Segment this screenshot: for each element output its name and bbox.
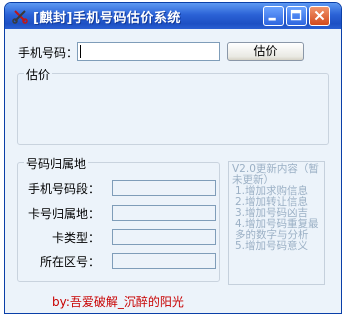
- card-location-field[interactable]: [112, 205, 216, 221]
- maximize-icon: [290, 9, 302, 21]
- text-caret: [80, 45, 81, 58]
- title-bar[interactable]: [麒封]手机号码估价系统: [5, 3, 341, 29]
- app-window: [麒封]手机号码估价系统 手机号码： 估价 估价 号码归属地 手机号码段： 卡号…: [4, 2, 342, 314]
- close-button[interactable]: [309, 6, 330, 26]
- card-type-label: 卡类型：: [52, 231, 101, 245]
- update-notes-title: V2.0更新内容（暂未更新）: [232, 163, 319, 186]
- estimate-group-legend: 估价: [24, 66, 53, 83]
- minimize-icon: [268, 17, 276, 21]
- card-type-field[interactable]: [112, 229, 216, 245]
- area-code-field[interactable]: [112, 253, 216, 269]
- update-note-item: 4.增加号码重复最多的数字与分析: [235, 218, 319, 241]
- card-location-label: 卡号归属地：: [28, 207, 101, 221]
- update-note-item: 5.增加号码意义: [235, 240, 309, 252]
- maximize-button[interactable]: [286, 6, 307, 26]
- location-group: 号码归属地 手机号码段： 卡号归属地： 卡类型： 所在区号：: [17, 155, 220, 282]
- close-icon: [314, 10, 325, 21]
- window-title: [麒封]手机号码估价系统: [33, 11, 181, 26]
- phone-number-label: 手机号码：: [18, 46, 79, 60]
- estimate-button[interactable]: 估价: [227, 42, 304, 61]
- minimize-button[interactable]: [263, 6, 284, 26]
- phone-number-input[interactable]: [77, 42, 220, 61]
- estimate-group: 估价: [17, 66, 329, 145]
- scissors-icon: [12, 10, 28, 24]
- segment-field[interactable]: [112, 180, 216, 196]
- segment-label: 手机号码段：: [28, 182, 101, 196]
- area-code-label: 所在区号：: [40, 255, 101, 269]
- client-area: 手机号码： 估价 估价 号码归属地 手机号码段： 卡号归属地： 卡类型： 所在区…: [5, 29, 341, 313]
- update-notes-box: V2.0更新内容（暂未更新） 1.增加求购信息 2.增加转让信息 3.增加号码凶…: [228, 161, 325, 285]
- location-group-legend: 号码归属地: [24, 155, 89, 172]
- author-credit: by:吾爱破解_沉醉的阳光: [52, 295, 184, 309]
